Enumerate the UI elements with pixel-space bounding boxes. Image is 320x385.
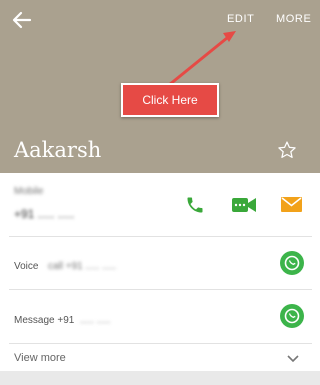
click-here-callout: Click Here <box>121 83 219 117</box>
more-button[interactable]: MORE <box>276 13 311 25</box>
mobile-type-label: Mobile <box>14 186 44 197</box>
message-label: Message +91 <box>14 315 75 326</box>
back-arrow-icon[interactable] <box>10 8 34 32</box>
divider <box>9 289 312 290</box>
chevron-down-icon[interactable] <box>286 354 300 364</box>
divider <box>9 236 312 237</box>
message-number: ..... ..... <box>80 315 111 326</box>
view-more-link[interactable]: View more <box>14 352 66 364</box>
email-icon[interactable] <box>281 197 302 212</box>
contact-details-card: Mobile +91 ..... ..... Voice call +91 ..… <box>0 173 320 371</box>
voice-call-number: call +91 ..... ..... <box>48 261 117 272</box>
voice-call-label: Voice <box>14 261 39 272</box>
favorite-star-icon[interactable] <box>277 140 297 160</box>
contact-name: Aakarsh <box>14 138 102 162</box>
edit-button[interactable]: EDIT <box>227 13 254 25</box>
whatsapp-voice-icon[interactable] <box>280 251 304 275</box>
divider <box>9 343 312 344</box>
video-call-icon[interactable] <box>232 197 256 213</box>
whatsapp-message-icon[interactable] <box>280 304 304 328</box>
phone-call-icon[interactable] <box>185 195 205 215</box>
mobile-number[interactable]: +91 ..... ..... <box>14 207 74 221</box>
